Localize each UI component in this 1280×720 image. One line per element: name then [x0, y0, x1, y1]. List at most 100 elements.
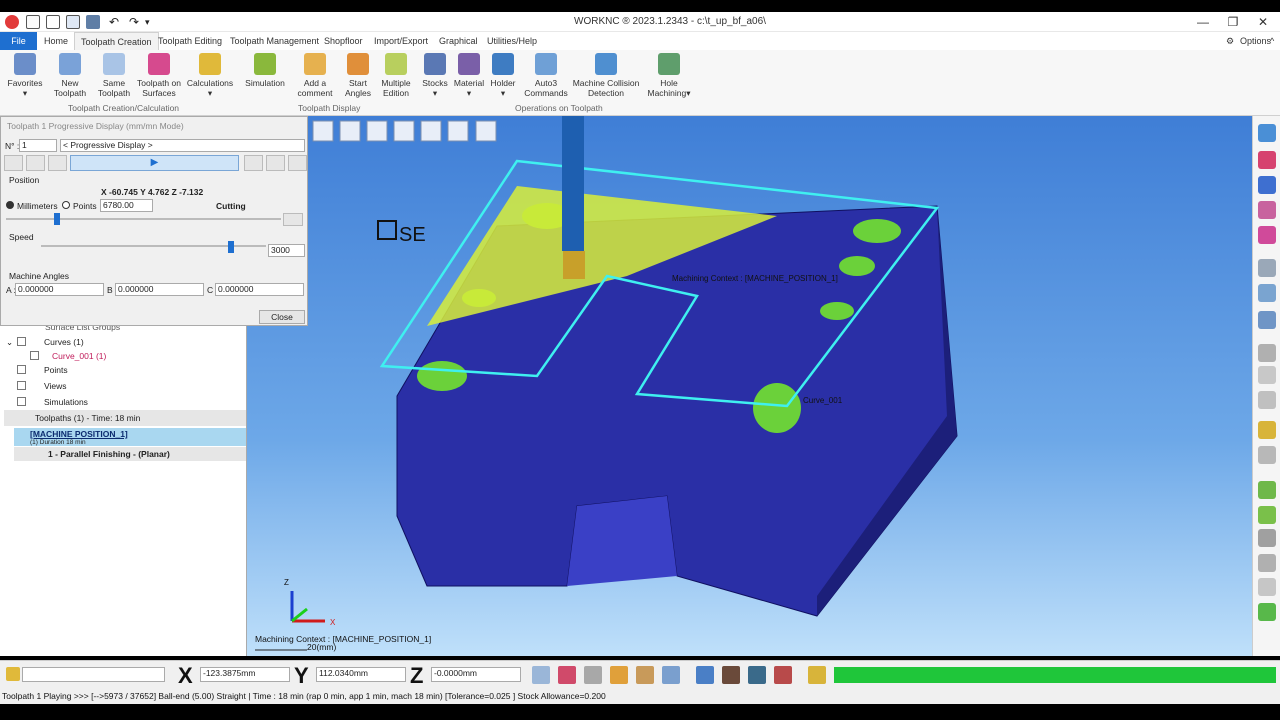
simulation-button[interactable]: Simulation — [242, 53, 288, 103]
favorites-button[interactable]: Favorites ▾ — [4, 53, 46, 103]
position-slider-handle[interactable] — [54, 213, 60, 225]
y-coordinate-input[interactable]: 112.0340mm — [316, 667, 406, 682]
last-icon[interactable] — [288, 155, 307, 171]
new-toolpath-button[interactable]: New Toolpath — [48, 53, 92, 103]
machine-position-row[interactable]: [MACHINE POSITION_1] (1) Duration 18 min — [14, 428, 246, 446]
3d-viewport[interactable]: SE Machining Context : [MACHINE_POSITION… — [247, 116, 1252, 656]
shading-icon[interactable] — [1258, 124, 1276, 142]
points-radio[interactable] — [62, 201, 70, 209]
close-window-icon[interactable]: ✕ — [1248, 14, 1278, 30]
machine-icon[interactable] — [1258, 366, 1276, 384]
material-button[interactable]: Material ▾ — [452, 53, 486, 103]
command-select[interactable] — [22, 667, 165, 682]
millimeters-radio[interactable] — [6, 201, 14, 209]
layers-icon[interactable] — [748, 666, 766, 684]
view-left-icon[interactable] — [393, 120, 415, 142]
curve-item-checkbox[interactable] — [30, 351, 39, 360]
brush-tool-icon[interactable] — [636, 666, 654, 684]
calc-status-icon[interactable] — [808, 666, 826, 684]
machine-collision-detection-button[interactable]: Machine Collision Detection — [572, 53, 640, 103]
toolpath-display-icon[interactable] — [1258, 481, 1276, 499]
hole-machining-button[interactable]: Hole Machining▾ — [644, 53, 694, 103]
calendar-icon[interactable] — [774, 666, 792, 684]
minimize-icon[interactable]: — — [1188, 14, 1218, 30]
menu-graphical[interactable]: Graphical — [433, 32, 484, 50]
hatch-icon[interactable] — [1258, 578, 1276, 596]
n-input[interactable]: 1 — [19, 139, 57, 152]
pick-tool-icon[interactable] — [558, 666, 576, 684]
cutter-icon[interactable] — [1258, 554, 1276, 572]
wand-icon[interactable] — [6, 667, 20, 681]
position-slider-track[interactable] — [6, 218, 281, 220]
holder-display-icon[interactable] — [1258, 391, 1276, 409]
tree-expand-curves-icon[interactable]: ⌄ — [6, 337, 13, 348]
calculations-button[interactable]: Calculations ▾ — [186, 53, 234, 103]
tool-icon[interactable] — [1258, 344, 1276, 362]
toolpath-green-icon[interactable] — [1258, 506, 1276, 524]
step-forward-icon[interactable] — [266, 155, 285, 171]
speed-slider-handle[interactable] — [228, 241, 234, 253]
info-icon[interactable] — [696, 666, 714, 684]
curves-checkbox[interactable] — [17, 337, 26, 346]
points-checkbox[interactable] — [17, 365, 26, 374]
b-input[interactable]: 0.000000 — [115, 283, 204, 296]
first-icon[interactable] — [4, 155, 23, 171]
view-iso-icon[interactable] — [312, 120, 334, 142]
play-button[interactable]: ▶ — [70, 155, 239, 171]
toolpath-on-surfaces-button[interactable]: Toolpath on Surfaces — [136, 53, 182, 103]
cube-icon[interactable] — [1258, 176, 1276, 194]
menu-shopfloor[interactable]: Shopfloor — [318, 32, 369, 50]
step-back-icon[interactable] — [26, 155, 45, 171]
minus-icon[interactable] — [48, 155, 67, 171]
drill-icon[interactable] — [1258, 529, 1276, 547]
a-input[interactable]: 0.000000 — [15, 283, 104, 296]
menu-toolpath-creation[interactable]: Toolpath Creation — [74, 32, 159, 50]
menu-toolpath-editing[interactable]: Toolpath Editing — [152, 32, 228, 50]
simulations-checkbox[interactable] — [17, 397, 26, 406]
tool-yellow-icon[interactable] — [1258, 421, 1276, 439]
recalculate-icon[interactable] — [1258, 603, 1276, 621]
edit-tool-icon[interactable] — [610, 666, 628, 684]
select-tool-icon[interactable] — [532, 666, 550, 684]
add-comment-button[interactable]: Add a comment — [294, 53, 336, 103]
view-top-icon[interactable] — [447, 120, 469, 142]
holder-button[interactable]: Holder ▾ — [488, 53, 518, 103]
view-right-icon[interactable] — [420, 120, 442, 142]
same-toolpath-button[interactable]: Same Toolpath — [92, 53, 136, 103]
tree-simulations[interactable]: Simulations — [44, 397, 88, 407]
menu-import-export[interactable]: Import/Export — [368, 32, 434, 50]
speed-input[interactable]: 3000 — [268, 244, 305, 257]
multicolor-cube-icon[interactable] — [1258, 201, 1276, 219]
tree-curves[interactable]: Curves (1) — [44, 337, 84, 347]
menu-utilities-help[interactable]: Utilities/Help — [481, 32, 543, 50]
sync-icon[interactable] — [283, 213, 303, 226]
menu-toolpath-management[interactable]: Toolpath Management — [224, 32, 325, 50]
ruler-icon[interactable] — [1258, 446, 1276, 464]
maximize-icon[interactable]: ❐ — [1218, 14, 1248, 30]
tree-curve-item[interactable]: Curve_001 (1) — [52, 351, 106, 361]
view-front-icon[interactable] — [339, 120, 361, 142]
menu-file[interactable]: File — [0, 32, 37, 50]
menu-home[interactable]: Home — [38, 32, 74, 50]
points-input[interactable]: 6780.00 — [100, 199, 153, 212]
line-tool-icon[interactable] — [662, 666, 680, 684]
tree-views[interactable]: Views — [44, 381, 67, 391]
clip-icon[interactable] — [1258, 311, 1276, 329]
views-checkbox[interactable] — [17, 381, 26, 390]
measure-tool-icon[interactable] — [584, 666, 602, 684]
se-view-icon[interactable] — [377, 220, 397, 240]
display-mode-select[interactable]: < Progressive Display > — [60, 139, 305, 152]
collapse-ribbon-icon[interactable]: ^ — [1264, 32, 1280, 50]
close-button[interactable]: Close — [259, 310, 305, 324]
view-zoom-icon[interactable] — [475, 120, 497, 142]
start-angles-button[interactable]: Start Angles — [338, 53, 378, 103]
z-coordinate-input[interactable]: -0.0000mm — [431, 667, 521, 682]
view-back-icon[interactable] — [366, 120, 388, 142]
multiple-edition-button[interactable]: Multiple Edition — [378, 53, 414, 103]
color-icon[interactable] — [1258, 151, 1276, 169]
x-coordinate-input[interactable]: -123.3875mm — [200, 667, 290, 682]
highlight-cube-icon[interactable] — [1258, 226, 1276, 244]
stock-icon[interactable] — [1258, 259, 1276, 277]
report-icon[interactable] — [722, 666, 740, 684]
plus-icon[interactable] — [244, 155, 263, 171]
